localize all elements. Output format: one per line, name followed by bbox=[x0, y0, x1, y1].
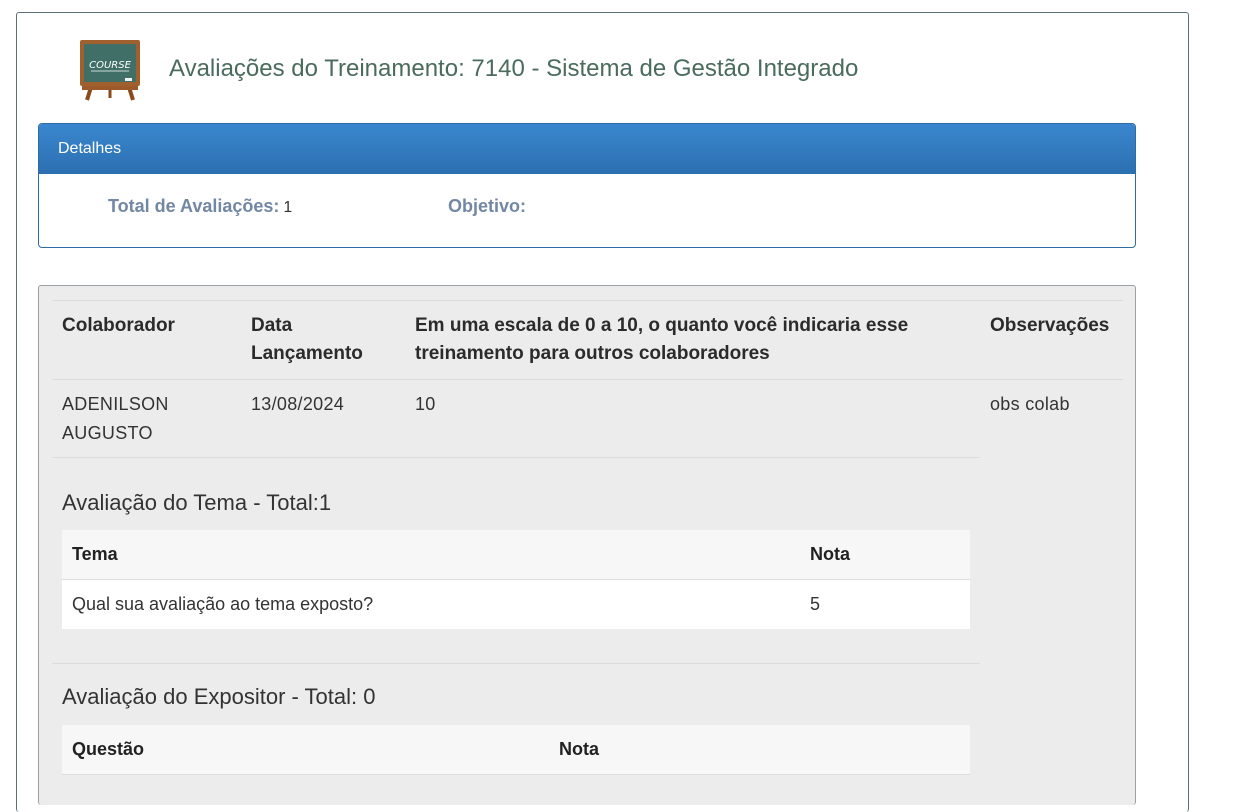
column-header-question: Questão bbox=[72, 739, 145, 759]
grade-cell: 5 bbox=[810, 594, 821, 614]
column-header-scale-question: Em uma escala de 0 a 10, o quanto você i… bbox=[415, 315, 909, 364]
column-header-collaborator: Colaborador bbox=[62, 315, 175, 336]
total-evaluations-field: Total de Avaliações: 1 bbox=[108, 196, 292, 217]
row-divider bbox=[52, 457, 980, 458]
evaluations-table: Colaborador Data Lançamento Em uma escal… bbox=[52, 300, 1123, 458]
table-row: ADENILSON AUGUSTO 13/08/2024 10 obs cola… bbox=[52, 380, 1123, 458]
column-header-date: Data Lançamento bbox=[251, 315, 363, 364]
details-body: Total de Avaliações: 1 Objetivo: bbox=[39, 174, 1135, 247]
theme-evaluation-table: Tema Nota Qual sua avaliação ao tema exp… bbox=[62, 530, 970, 629]
details-panel: Detalhes Total de Avaliações: 1 Objetivo: bbox=[38, 123, 1136, 248]
theme-table-header: Tema Nota bbox=[62, 530, 970, 580]
page-title: Avaliações do Treinamento: 7140 - Sistem… bbox=[169, 55, 859, 82]
total-evaluations-value: 1 bbox=[283, 199, 293, 216]
evaluations-panel: Colaborador Data Lançamento Em uma escal… bbox=[38, 285, 1136, 805]
column-header-topic: Tema bbox=[72, 544, 118, 564]
svg-text:COURSE: COURSE bbox=[89, 60, 131, 71]
evaluations-table-header: Colaborador Data Lançamento Em uma escal… bbox=[52, 300, 1123, 380]
speaker-table-header: Questão Nota bbox=[62, 725, 970, 775]
details-heading: Detalhes bbox=[39, 124, 1135, 174]
column-header-observations: Observações bbox=[990, 315, 1110, 336]
theme-evaluation-title: Avaliação do Tema - Total:1 bbox=[62, 490, 332, 515]
table-row: Qual sua avaliação ao tema exposto? 5 bbox=[62, 580, 970, 629]
score-cell: 10 bbox=[415, 394, 436, 414]
total-evaluations-label: Total de Avaliações: bbox=[108, 196, 280, 216]
collaborator-cell: ADENILSON AUGUSTO bbox=[62, 394, 169, 443]
column-header-speaker-grade: Nota bbox=[559, 739, 599, 759]
page-header: COURSE Avaliações do Treinamento: 7140 -… bbox=[78, 36, 1078, 116]
course-chalkboard-icon: COURSE bbox=[80, 40, 140, 101]
section-divider bbox=[52, 663, 980, 664]
speaker-evaluation-title: Avaliação do Expositor - Total: 0 bbox=[62, 684, 376, 709]
objective-label: Objetivo: bbox=[448, 196, 527, 216]
date-cell: 13/08/2024 bbox=[251, 394, 345, 414]
objective-field: Objetivo: bbox=[448, 196, 530, 217]
topic-cell: Qual sua avaliação ao tema exposto? bbox=[72, 594, 374, 614]
speaker-evaluation-table: Questão Nota bbox=[62, 725, 970, 775]
observations-cell: obs colab bbox=[990, 394, 1070, 414]
column-header-grade: Nota bbox=[810, 544, 850, 564]
